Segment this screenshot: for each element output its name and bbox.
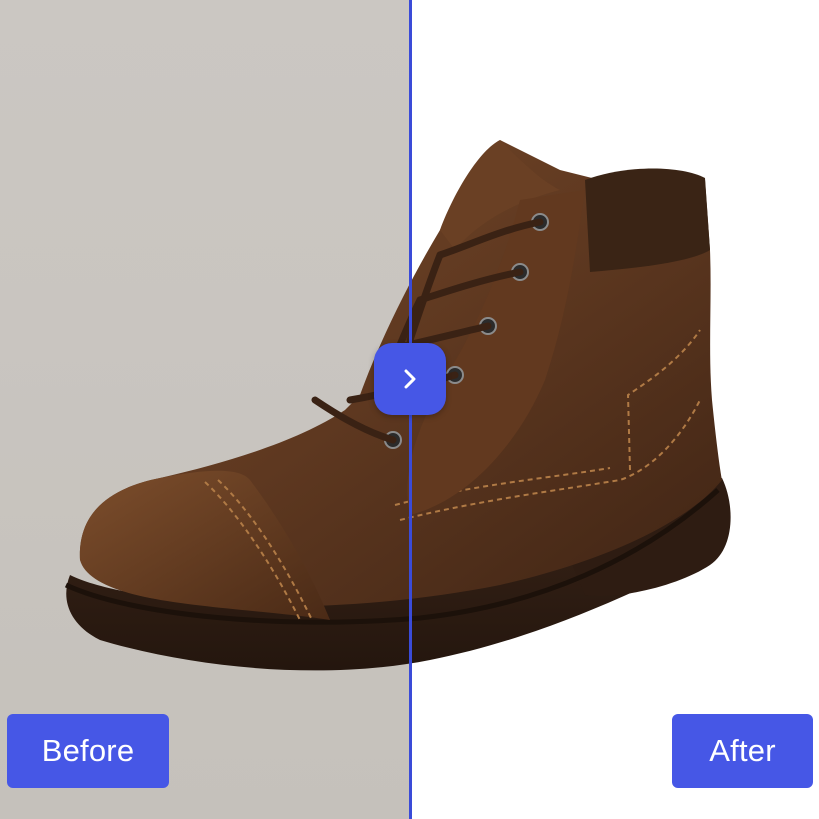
after-label: After bbox=[672, 714, 813, 788]
before-label: Before bbox=[7, 714, 169, 788]
before-after-comparison[interactable]: Before After bbox=[0, 0, 819, 819]
comparison-slider-handle[interactable] bbox=[374, 343, 446, 415]
chevron-right-icon bbox=[404, 369, 416, 389]
